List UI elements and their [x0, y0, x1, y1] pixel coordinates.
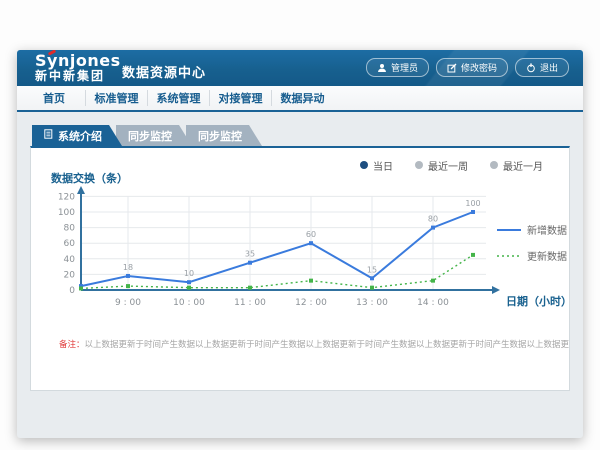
footer-note: 备注：以上数据更新于时间产生数据以上数据更新于时间产生数据以上数据更新于时间产生… [59, 338, 569, 350]
edit-icon [447, 63, 457, 73]
svg-text:18: 18 [123, 263, 133, 272]
header: Synjones 新中新集团 数据资源中心 管理员 修改密码 [17, 50, 583, 86]
radio-selected-icon [360, 161, 368, 169]
svg-text:更新数据: 更新数据 [527, 250, 567, 263]
filter-last-week-label: 最近一周 [428, 158, 468, 173]
tab-system-intro-label: 系统介绍 [58, 128, 102, 144]
nav-item-home[interactable]: 首页 [23, 90, 85, 106]
tab-system-intro[interactable]: 系统介绍 [32, 125, 122, 146]
svg-text:100: 100 [58, 208, 75, 218]
svg-text:35: 35 [245, 250, 255, 259]
svg-text:14 : 00: 14 : 00 [417, 298, 449, 308]
footer-note-label: 备注： [59, 340, 85, 350]
tab-sync-monitor-2-label: 同步监控 [198, 128, 242, 144]
svg-text:20: 20 [64, 270, 76, 280]
admin-user-button[interactable]: 管理员 [366, 58, 429, 77]
power-icon [526, 63, 536, 73]
nav-item-standards[interactable]: 标准管理 [85, 90, 147, 106]
svg-text:13 : 00: 13 : 00 [356, 298, 388, 308]
svg-text:120: 120 [58, 192, 75, 202]
tab-sync-monitor-2[interactable]: 同步监控 [186, 125, 262, 146]
user-icon [377, 63, 387, 73]
tab-sync-monitor-1-label: 同步监控 [128, 128, 172, 144]
filter-today-label: 当日 [373, 158, 393, 173]
chart-container: 9 : 00 10 : 00 11 : 00 12 : 00 13 : 00 14 : 0… [31, 172, 569, 318]
svg-text:100: 100 [465, 199, 480, 208]
document-icon [44, 129, 53, 142]
svg-text:9 : 00: 9 : 00 [115, 298, 141, 308]
footer-note-text: 以上数据更新于时间产生数据以上数据更新于时间产生数据以上数据更新于时间产生数据以… [85, 340, 569, 350]
svg-text:15: 15 [367, 265, 377, 274]
logout-button[interactable]: 退出 [515, 58, 569, 77]
svg-text:60: 60 [306, 230, 316, 239]
filter-today[interactable]: 当日 [360, 158, 393, 173]
app-window: Synjones 新中新集团 数据资源中心 管理员 修改密码 [17, 50, 583, 438]
svg-text:12 : 00: 12 : 00 [295, 298, 327, 308]
nav-item-integration[interactable]: 对接管理 [209, 90, 271, 106]
logo-subtitle: 新中新集团 [35, 70, 121, 83]
logo-title: Synjones [35, 53, 121, 70]
svg-text:40: 40 [64, 255, 76, 265]
main-nav: 首页 标准管理 系统管理 对接管理 数据异动 [17, 86, 583, 112]
svg-text:80: 80 [64, 224, 76, 234]
change-password-button[interactable]: 修改密码 [436, 58, 508, 77]
svg-text:11 : 00: 11 : 00 [234, 298, 266, 308]
header-buttons: 管理员 修改密码 退出 [366, 58, 569, 77]
svg-text:80: 80 [428, 215, 438, 224]
filter-last-week[interactable]: 最近一周 [415, 158, 468, 173]
chart-card: 当日 最近一周 最近一月 9 : 00 10 : 00 11 : 00 12 : 00… [30, 146, 570, 391]
content-area: 系统介绍 同步监控 同步监控 当日 最近一周 [17, 112, 583, 404]
radio-icon [490, 161, 498, 169]
svg-text:新增数据: 新增数据 [527, 224, 567, 237]
svg-text:0: 0 [69, 286, 75, 296]
tab-bar: 系统介绍 同步监控 同步监控 [32, 125, 570, 146]
admin-user-label: 管理员 [391, 61, 418, 74]
page-title: 数据资源中心 [122, 62, 206, 81]
svg-text:日期（小时）: 日期（小时） [506, 294, 567, 308]
svg-text:60: 60 [64, 239, 76, 249]
logout-label: 退出 [540, 61, 558, 74]
time-range-filters: 当日 最近一周 最近一月 [31, 148, 569, 172]
filter-last-month-label: 最近一月 [503, 158, 543, 173]
nav-item-data-changes[interactable]: 数据异动 [271, 90, 333, 106]
tab-sync-monitor-1[interactable]: 同步监控 [116, 125, 192, 146]
change-password-label: 修改密码 [461, 61, 497, 74]
logo: Synjones 新中新集团 [35, 53, 121, 82]
radio-icon [415, 161, 423, 169]
filter-last-month[interactable]: 最近一月 [490, 158, 543, 173]
svg-text:10 : 00: 10 : 00 [173, 298, 205, 308]
svg-text:10: 10 [184, 269, 194, 278]
svg-text:数据交换（条）: 数据交换（条） [51, 172, 128, 185]
line-chart: 9 : 00 10 : 00 11 : 00 12 : 00 13 : 00 14 : 0… [45, 172, 567, 314]
nav-item-system[interactable]: 系统管理 [147, 90, 209, 106]
